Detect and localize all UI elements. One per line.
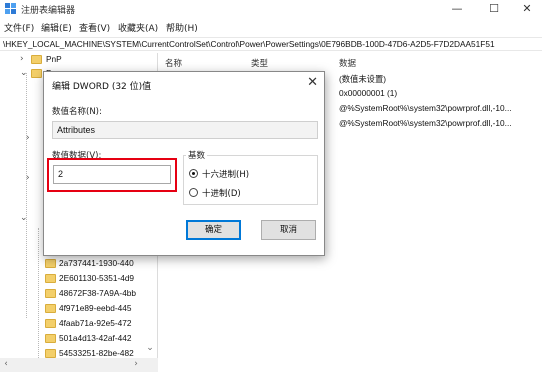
tree-item-label: 48672F38-7A9A-4bb [59,288,137,298]
address-path[interactable]: \HKEY_LOCAL_MACHINE\SYSTEM\CurrentContro… [3,39,495,49]
tree-item-label: PnP [46,54,62,64]
tree-item[interactable]: 2E601130-5351-4d9 [0,272,143,286]
radio-hexadecimal[interactable] [189,169,198,178]
tree-item-label: 2E601130-5351-4d9 [59,273,135,283]
tree-item-label: 2a737441-1930-440 [59,258,134,268]
ok-button[interactable]: 确定 [186,220,241,240]
value-name-field[interactable]: Attributes [52,121,318,139]
value-data-field[interactable]: 2 [53,165,171,184]
folder-icon [45,304,56,313]
tree-item-label: 501a4d13-42af-442 [59,333,132,343]
folder-icon [45,274,56,283]
menu-view[interactable]: 查看(V) [79,21,110,34]
collapse-arrow-icon[interactable]: ⌄ [20,68,29,78]
folder-icon [45,289,56,298]
menu-bar: 文件(F) 编辑(E) 查看(V) 收藏夹(A) 帮助(H) [0,18,542,34]
folder-icon [31,55,42,64]
expand-arrow-icon[interactable]: › [20,54,29,64]
value-data-cell[interactable]: @%SystemRoot%\system32\powrprof.dll,-10.… [339,103,512,113]
edit-dword-dialog: 编辑 DWORD (32 位)值 ✕ 数值名称(N): Attributes 数… [43,71,325,256]
dialog-close-icon[interactable]: ✕ [307,75,318,90]
menu-favorites[interactable]: 收藏夹(A) [118,21,158,34]
tree-item-label: 54533251-82be-482 [59,348,134,358]
tree-item[interactable]: 48672F38-7A9A-4bb [0,287,143,301]
expand-arrow-icon[interactable]: › [26,133,35,143]
column-header-data[interactable]: 数据 [339,57,356,69]
column-header-type[interactable]: 类型 [251,57,268,69]
tree-item[interactable]: 4f971e89-eebd-445 [0,302,143,316]
scroll-left-icon[interactable]: ‹ [0,359,12,369]
folder-icon [45,349,56,358]
dialog-title: 编辑 DWORD (32 位)值 [52,82,152,92]
menu-help[interactable]: 帮助(H) [166,21,198,34]
collapse-arrow-icon[interactable]: ⌄ [20,213,29,223]
title-bar: 注册表编辑器 — ☐ ✕ [0,0,542,18]
radio-decimal-label[interactable]: 十进制(D) [202,187,241,199]
folder-icon [45,259,56,268]
close-button[interactable]: ✕ [510,0,542,18]
radio-decimal[interactable] [189,188,198,197]
scroll-right-icon[interactable]: › [130,359,142,369]
scroll-down-icon[interactable]: ⌄ [144,343,156,353]
column-header-name[interactable]: 名称 [165,57,182,69]
value-data-cell[interactable]: (数值未设置) [339,73,386,85]
folder-icon [45,334,56,343]
address-bar[interactable]: \HKEY_LOCAL_MACHINE\SYSTEM\CurrentContro… [0,37,542,51]
base-group-title: 基数 [186,149,208,161]
menu-file[interactable]: 文件(F) [4,21,34,34]
radio-hexadecimal-label[interactable]: 十六进制(H) [202,168,249,180]
tree-item[interactable]: 501a4d13-42af-442 [0,332,143,346]
window-title: 注册表编辑器 [21,6,76,16]
tree-item-label: 4f971e89-eebd-445 [59,303,132,313]
maximize-button[interactable]: ☐ [477,0,511,18]
tree-item[interactable]: 2a737441-1930-440 [0,257,143,271]
tree-item[interactable]: 4faab71a-92e5-472 [0,317,143,331]
tree-item[interactable]: › PnP [0,53,143,67]
value-name-label: 数值名称(N): [52,107,102,117]
minimize-button[interactable]: — [440,0,474,18]
registry-editor-icon [5,3,16,14]
cancel-button[interactable]: 取消 [261,220,316,240]
folder-icon [45,319,56,328]
value-data-cell[interactable]: 0x00000001 (1) [339,88,397,98]
value-data-cell[interactable]: @%SystemRoot%\system32\powrprof.dll,-10.… [339,118,512,128]
folder-icon [31,69,42,78]
tree-horizontal-scrollbar[interactable]: ‹ › [0,358,158,372]
expand-arrow-icon[interactable]: › [26,173,35,183]
tree-item-label: 4faab71a-92e5-472 [59,318,132,328]
menu-edit[interactable]: 编辑(E) [41,21,72,34]
